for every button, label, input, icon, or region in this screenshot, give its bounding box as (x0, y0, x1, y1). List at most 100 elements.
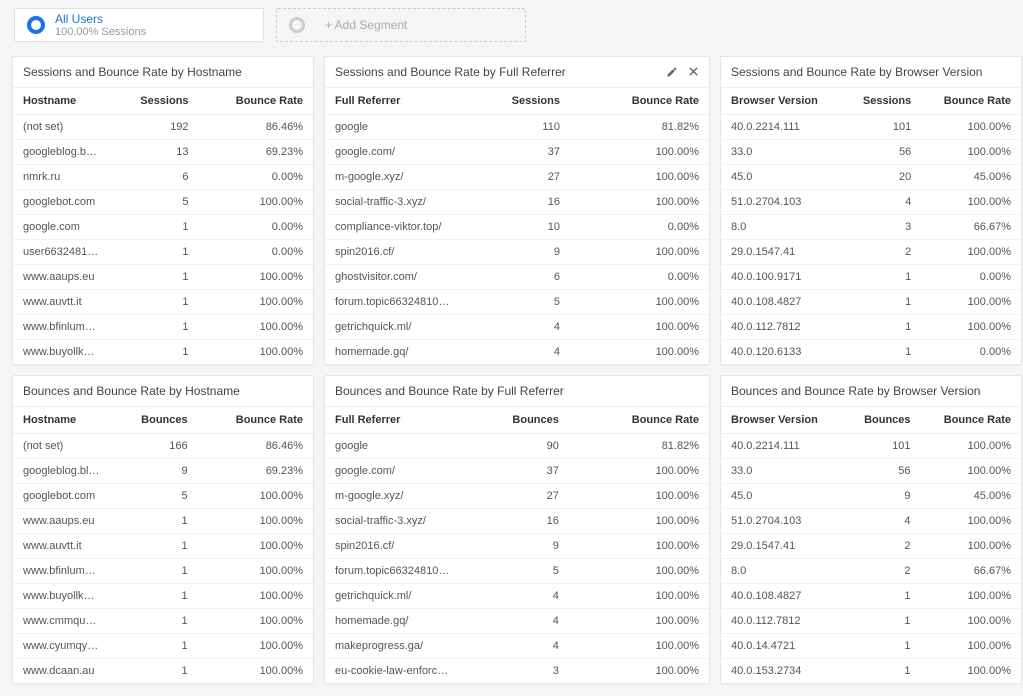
table-row[interactable]: m-google.xyz/27100.00% (325, 165, 709, 190)
table-row[interactable]: 40.0.153.27341100.00% (721, 659, 1021, 684)
table-row[interactable]: 45.0945.00% (721, 484, 1021, 509)
table-row[interactable]: forum.topic66324810.ilovevitaly.xyz/5100… (325, 290, 709, 315)
table-row[interactable]: 51.0.2704.1034100.00% (721, 190, 1021, 215)
column-header[interactable]: Sessions (109, 88, 199, 115)
table-row[interactable]: user66324810.6hoping.com10.00% (13, 240, 313, 265)
table-row[interactable]: 51.0.2704.1034100.00% (721, 509, 1021, 534)
table-row[interactable]: 40.0.2214.111101100.00% (721, 434, 1021, 459)
column-header[interactable]: Bounce Rate (199, 88, 313, 115)
table-row[interactable]: eu-cookie-law-enforcement3.xyz/3100.00% (325, 659, 709, 684)
table-row[interactable]: 40.0.108.48271100.00% (721, 290, 1021, 315)
table-row[interactable]: www.buyollknz.co.uk1100.00% (13, 340, 313, 365)
table-row[interactable]: 40.0.112.78121100.00% (721, 609, 1021, 634)
column-header[interactable]: Full Referrer (325, 88, 461, 115)
table-row[interactable]: googlebot.com5100.00% (13, 190, 313, 215)
table-row[interactable]: www.aaups.eu1100.00% (13, 509, 313, 534)
table-row[interactable]: social-traffic-3.xyz/16100.00% (325, 509, 709, 534)
add-segment-button[interactable]: + Add Segment (276, 8, 526, 42)
metric-cell: 100.00% (921, 315, 1021, 340)
table-row[interactable]: social-traffic-3.xyz/16100.00% (325, 190, 709, 215)
table-row[interactable]: googlebot.com5100.00% (13, 484, 313, 509)
table-row[interactable]: googleblog.blogspot.com969.23% (13, 459, 313, 484)
table-row[interactable]: getrichquick.ml/4100.00% (325, 584, 709, 609)
table-row[interactable]: 40.0.108.48271100.00% (721, 584, 1021, 609)
table-row[interactable]: www.auvtt.it1100.00% (13, 534, 313, 559)
column-header[interactable]: Bounce Rate (921, 88, 1021, 115)
column-header[interactable]: Hostname (13, 407, 110, 434)
table-row[interactable]: homemade.gq/4100.00% (325, 609, 709, 634)
table-row[interactable]: spin2016.cf/9100.00% (325, 240, 709, 265)
table-row[interactable]: 33.056100.00% (721, 140, 1021, 165)
table-row[interactable]: 45.02045.00% (721, 165, 1021, 190)
table-row[interactable]: 40.0.14.47211100.00% (721, 634, 1021, 659)
metric-cell: 81.82% (570, 115, 709, 140)
table-row[interactable]: 8.0366.67% (721, 215, 1021, 240)
table-row[interactable]: 40.0.112.78121100.00% (721, 315, 1021, 340)
column-header[interactable]: Sessions (843, 88, 921, 115)
widget-title: Bounces and Bounce Rate by Browser Versi… (731, 384, 980, 398)
column-header[interactable]: Full Referrer (325, 407, 462, 434)
table-row[interactable]: forum.topic66324810.ilovevitaly.xyz/5100… (325, 559, 709, 584)
table-row[interactable]: google.com/37100.00% (325, 140, 709, 165)
table-row[interactable]: google11081.82% (325, 115, 709, 140)
table-row[interactable]: www.cyumqywvfe.fr1100.00% (13, 634, 313, 659)
column-header[interactable]: Sessions (461, 88, 570, 115)
dimension-cell: 40.0.14.4721 (721, 634, 844, 659)
column-header[interactable]: Bounces (462, 407, 569, 434)
column-header[interactable]: Bounces (110, 407, 198, 434)
table-row[interactable]: googleblog.blogspot.com1369.23% (13, 140, 313, 165)
table-row[interactable]: 33.056100.00% (721, 459, 1021, 484)
table-row[interactable]: www.bfinlumnj.au1100.00% (13, 315, 313, 340)
widget-title: Bounces and Bounce Rate by Hostname (23, 384, 240, 398)
metric-cell: 100.00% (921, 434, 1021, 459)
table-row[interactable]: www.cmmquncd.br1100.00% (13, 609, 313, 634)
table-row[interactable]: getrichquick.ml/4100.00% (325, 315, 709, 340)
metric-cell: 100.00% (570, 140, 709, 165)
column-header[interactable]: Bounce Rate (570, 88, 709, 115)
metric-cell: 166 (110, 434, 198, 459)
table-row[interactable]: ghostvisitor.com/60.00% (325, 265, 709, 290)
table-row[interactable]: m-google.xyz/27100.00% (325, 484, 709, 509)
table-row[interactable]: www.dcaan.au1100.00% (13, 659, 313, 684)
dimension-cell: makeprogress.ga/ (325, 634, 462, 659)
dimension-cell: google (325, 115, 461, 140)
table-row[interactable]: makeprogress.ga/4100.00% (325, 634, 709, 659)
column-header[interactable]: Bounce Rate (569, 407, 709, 434)
edit-icon[interactable] (666, 66, 678, 78)
table-row[interactable]: 40.0.100.917110.00% (721, 265, 1021, 290)
column-header[interactable]: Bounce Rate (198, 407, 313, 434)
table-row[interactable]: www.bfinlumnj.au1100.00% (13, 559, 313, 584)
column-header[interactable]: Hostname (13, 88, 109, 115)
table-row[interactable]: (not set)16686.46% (13, 434, 313, 459)
table-row[interactable]: (not set)19286.46% (13, 115, 313, 140)
table-row[interactable]: compliance-viktor.top/100.00% (325, 215, 709, 240)
table-row[interactable]: 8.0266.67% (721, 559, 1021, 584)
metric-cell: 90 (462, 434, 569, 459)
dimension-cell: user66324810.6hoping.com (13, 240, 109, 265)
column-header[interactable]: Browser Version (721, 407, 844, 434)
segment-all-users[interactable]: All Users 100.00% Sessions (14, 8, 264, 42)
dimension-cell: 8.0 (721, 559, 844, 584)
table-row[interactable]: 29.0.1547.412100.00% (721, 240, 1021, 265)
table-row[interactable]: google.com10.00% (13, 215, 313, 240)
table-row[interactable]: google9081.82% (325, 434, 709, 459)
table-row[interactable]: www.buyollknz.co.uk1100.00% (13, 584, 313, 609)
metric-cell: 100.00% (569, 609, 709, 634)
column-header[interactable]: Bounce Rate (921, 407, 1021, 434)
table-row[interactable]: 40.0.2214.111101100.00% (721, 115, 1021, 140)
table-row[interactable]: homemade.gq/4100.00% (325, 340, 709, 365)
table-row[interactable]: 40.0.120.613310.00% (721, 340, 1021, 365)
column-header[interactable]: Browser Version (721, 88, 843, 115)
close-icon[interactable] (688, 66, 699, 78)
dimension-cell: 33.0 (721, 459, 844, 484)
dimension-cell: 40.0.100.9171 (721, 265, 843, 290)
table-row[interactable]: www.aaups.eu1100.00% (13, 265, 313, 290)
table-row[interactable]: nmrk.ru60.00% (13, 165, 313, 190)
metric-cell: 100.00% (198, 584, 313, 609)
table-row[interactable]: 29.0.1547.412100.00% (721, 534, 1021, 559)
column-header[interactable]: Bounces (844, 407, 921, 434)
dimension-cell: 45.0 (721, 484, 844, 509)
table-row[interactable]: www.auvtt.it1100.00% (13, 290, 313, 315)
table-row[interactable]: google.com/37100.00% (325, 459, 709, 484)
table-row[interactable]: spin2016.cf/9100.00% (325, 534, 709, 559)
